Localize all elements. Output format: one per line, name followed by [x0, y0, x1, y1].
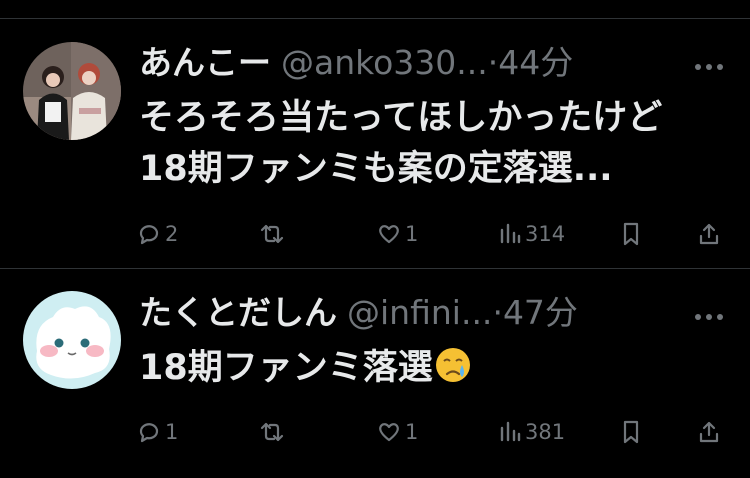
display-name[interactable]: あんこー — [139, 43, 271, 82]
bookmark-icon — [619, 419, 643, 445]
reply-icon — [136, 221, 162, 247]
tweet-text: 18期ファンミ落選 — [139, 343, 729, 394]
like-button[interactable]: 1 — [376, 219, 418, 249]
like-button[interactable]: 1 — [376, 417, 418, 447]
timestamp[interactable]: 44分 — [498, 43, 573, 82]
like-count: 1 — [405, 420, 419, 444]
user-handle[interactable]: @infini... — [347, 293, 492, 332]
retweet-button[interactable] — [258, 417, 289, 447]
views-button[interactable]: 381 — [498, 417, 565, 447]
reply-button[interactable]: 1 — [136, 417, 178, 447]
tweet-text-span: 18期ファンミ落選 — [139, 348, 433, 388]
view-count: 381 — [525, 420, 566, 444]
tweet-text: そろそろ当たってほしかったけど 18期ファンミも案の定落選... — [139, 93, 729, 195]
like-count: 1 — [405, 222, 419, 246]
reply-button[interactable]: 2 — [136, 219, 178, 249]
reply-icon — [136, 419, 162, 445]
retweet-icon — [258, 221, 286, 247]
share-button[interactable] — [696, 219, 722, 249]
timeline-feed: あんこー @anko330...·44分 そろそろ当たってほしかったけど 18期フ… — [0, 0, 750, 478]
user-handle[interactable]: @anko330... — [281, 43, 488, 82]
tweet-header: あんこー @anko330...·44分 — [139, 41, 739, 85]
reply-count: 1 — [165, 420, 179, 444]
more-horizontal-icon[interactable] — [694, 57, 724, 70]
tweet-text-line: 18期ファンミも案の定落選... — [139, 149, 613, 189]
retweet-button[interactable] — [258, 219, 289, 249]
tweet-actions: 1 1 381 — [136, 417, 736, 447]
bookmark-icon — [619, 221, 643, 247]
separator-dot: · — [492, 293, 503, 332]
heart-icon — [376, 419, 402, 445]
tweet[interactable]: あんこー @anko330...·44分 そろそろ当たってほしかったけど 18期フ… — [0, 19, 750, 268]
avatar[interactable] — [23, 42, 121, 140]
view-count: 314 — [525, 222, 566, 246]
separator-dot: · — [487, 43, 499, 82]
views-chart-icon — [498, 221, 522, 247]
timestamp[interactable]: 47分 — [503, 293, 578, 332]
more-horizontal-icon[interactable] — [694, 307, 724, 320]
retweet-icon — [258, 419, 286, 445]
tweet-actions: 2 1 314 — [136, 219, 736, 249]
views-chart-icon — [498, 419, 522, 445]
bookmark-button[interactable] — [619, 417, 643, 447]
share-icon — [696, 419, 722, 445]
tweet[interactable]: たくとだしん @infini...·47分 18期ファンミ落選 1 1 381 — [0, 269, 750, 478]
tweet-text-line: そろそろ当たってほしかったけど — [139, 98, 663, 138]
avatar[interactable] — [23, 291, 121, 389]
views-button[interactable]: 314 — [498, 219, 565, 249]
bookmark-button[interactable] — [619, 219, 643, 249]
share-button[interactable] — [696, 417, 722, 447]
tweet-header: たくとだしん @infini...·47分 — [139, 291, 739, 335]
tweet-text-line: 18期ファンミ落選 — [139, 343, 729, 394]
reply-count: 2 — [165, 222, 179, 246]
crying-face-emoji — [433, 345, 473, 385]
heart-icon — [376, 221, 402, 247]
share-icon — [696, 221, 722, 247]
display-name[interactable]: たくとだしん — [139, 293, 337, 332]
